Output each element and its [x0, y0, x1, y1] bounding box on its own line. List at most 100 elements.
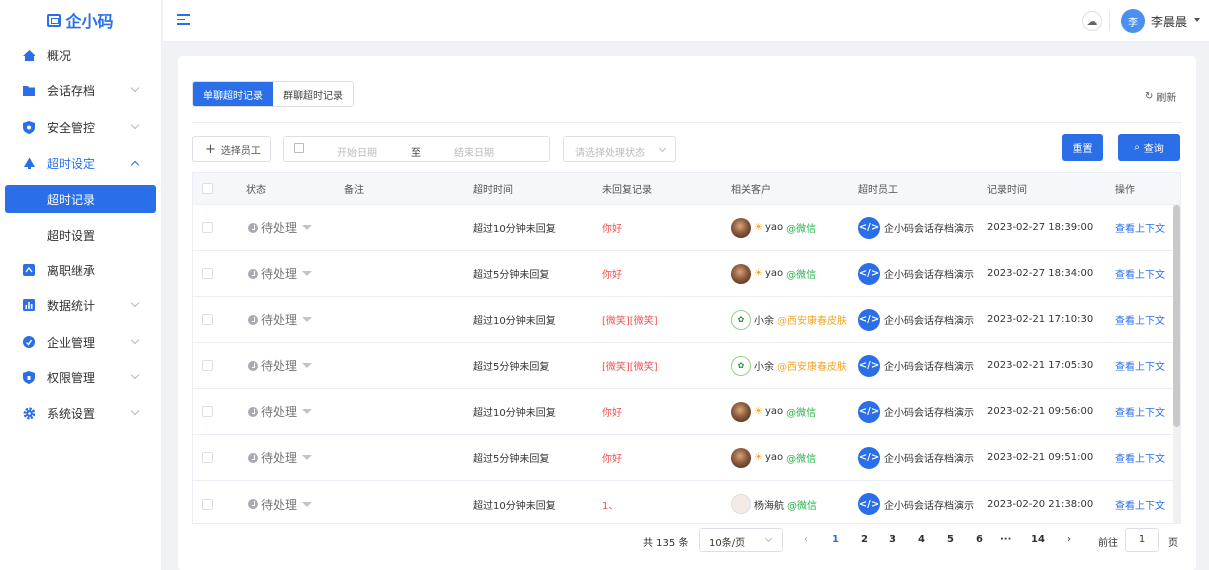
reset-button[interactable]: 重置: [1062, 134, 1103, 161]
table-scrollbar[interactable]: [1173, 205, 1180, 523]
timeout-cell: 超过10分钟未回复: [473, 500, 556, 512]
page-number[interactable]: 3: [889, 534, 896, 545]
customer-name: 小余: [754, 362, 774, 373]
gear-icon: [23, 407, 35, 419]
page-suffix: 页: [1168, 538, 1178, 549]
column-header: 记录时间: [987, 185, 1027, 196]
caret-down-icon[interactable]: [1194, 18, 1200, 22]
view-context-link[interactable]: 查看上下文: [1115, 297, 1165, 342]
avatar: ✿: [731, 309, 751, 330]
sidebar-item-overview[interactable]: 概况: [0, 38, 162, 72]
status-dropdown[interactable]: 待处理: [248, 251, 313, 296]
row-checkbox[interactable]: [202, 343, 213, 388]
customer-name: 杨海航: [754, 500, 784, 512]
row-checkbox[interactable]: [202, 205, 213, 250]
sun-icon: ☀: [754, 268, 763, 279]
select-all-checkbox[interactable]: [202, 173, 213, 204]
sidebar-item-security[interactable]: 安全管控: [0, 110, 162, 144]
sidebar-item-resignation-inherit[interactable]: 离职继承: [0, 253, 162, 287]
status-placeholder: 请选择处理状态: [575, 148, 645, 159]
status-dropdown[interactable]: 待处理: [248, 389, 313, 434]
top-bar: ☁ 李 李晨晨: [163, 0, 1209, 42]
timeout-cell: 超过10分钟未回复: [473, 316, 556, 327]
plus-icon: +: [205, 141, 216, 157]
sidebar-item-timeout-records[interactable]: 超时记录: [5, 185, 156, 213]
staff-cell: </> 企小码会话存档演示: [858, 251, 977, 296]
sidebar-item-system-settings[interactable]: 系统设置: [0, 396, 162, 430]
sidebar-item-timeout-config[interactable]: 超时设置: [0, 218, 162, 252]
building-icon: [23, 336, 35, 348]
view-context-link[interactable]: 查看上下文: [1115, 435, 1165, 480]
scrollbar-thumb[interactable]: [1173, 205, 1180, 427]
clock-icon: [248, 222, 258, 233]
staff-name: 企小码会话存档演示: [884, 316, 974, 327]
page-size-select[interactable]: 10条/页: [699, 528, 783, 552]
code-logo-icon: </>: [858, 446, 880, 469]
app-logo[interactable]: 企小码: [0, 4, 161, 36]
page-number[interactable]: 1: [832, 534, 839, 545]
view-context-link[interactable]: 查看上下文: [1115, 389, 1165, 434]
page-number[interactable]: 14: [1031, 534, 1045, 545]
row-checkbox[interactable]: [202, 435, 213, 480]
row-checkbox[interactable]: [202, 389, 213, 434]
query-button[interactable]: ⌕ 查询: [1118, 134, 1180, 161]
sidebar-item-enterprise[interactable]: 企业管理: [0, 325, 162, 359]
row-checkbox[interactable]: [202, 251, 213, 296]
page-number[interactable]: 6: [976, 534, 983, 545]
tab-single-chat[interactable]: 单聊超时记录: [193, 82, 273, 106]
clock-icon: [248, 406, 258, 417]
status-dropdown[interactable]: 待处理: [248, 343, 313, 388]
page-ellipsis[interactable]: ···: [1000, 534, 1011, 545]
menu-fold-icon[interactable]: [177, 14, 190, 26]
status-select[interactable]: 请选择处理状态: [563, 136, 676, 162]
status-dropdown[interactable]: 待处理: [248, 205, 313, 250]
status-dropdown[interactable]: 待处理: [248, 435, 313, 480]
view-context-link[interactable]: 查看上下文: [1115, 205, 1165, 250]
chevron-down-icon: [130, 406, 140, 416]
page-number[interactable]: 5: [947, 534, 954, 545]
customer-name: 小余: [754, 316, 774, 327]
date-range-picker[interactable]: 开始日期 至 结束日期: [283, 136, 550, 162]
view-context-link[interactable]: 查看上下文: [1115, 251, 1165, 296]
goto-label: 前往: [1098, 538, 1118, 549]
code-logo-icon: </>: [858, 216, 880, 239]
caret-down-icon: [302, 317, 313, 322]
sidebar-item-label: 超时记录: [47, 192, 96, 207]
avatar[interactable]: 李: [1121, 9, 1145, 33]
avatar: ✿: [731, 355, 751, 376]
row-checkbox[interactable]: [202, 297, 213, 342]
sidebar-item-statistics[interactable]: 数据统计: [0, 288, 162, 322]
select-staff-button[interactable]: + 选择员工: [192, 136, 271, 162]
customer-cell: 杨海航 @微信: [731, 481, 851, 523]
start-date-input[interactable]: 开始日期: [337, 144, 377, 159]
sun-icon: ☀: [754, 452, 763, 463]
row-checkbox[interactable]: [202, 481, 213, 523]
avatar: [731, 401, 751, 422]
sidebar-item-timeout-settings[interactable]: 超时设定: [0, 146, 162, 180]
page-number[interactable]: 2: [861, 534, 868, 545]
avatar: [731, 217, 751, 238]
cloud-icon[interactable]: ☁: [1082, 11, 1102, 31]
view-context-link[interactable]: 查看上下文: [1115, 481, 1165, 523]
status-dropdown[interactable]: 待处理: [248, 297, 313, 342]
goto-page-input[interactable]: 1: [1125, 528, 1159, 552]
bell-icon: [23, 157, 35, 169]
sidebar-item-chat-archive[interactable]: 会话存档: [0, 73, 162, 107]
records-table: 状态 备注 超时时间 未回复记录 相关客户 超时员工 记录时间 操作 待处理 超…: [192, 172, 1181, 524]
staff-cell: </> 企小码会话存档演示: [858, 297, 977, 342]
sidebar-item-label: 系统设置: [47, 406, 96, 421]
prev-page-button[interactable]: ‹: [804, 534, 808, 545]
column-header: 备注: [344, 185, 364, 196]
avatar: [731, 447, 751, 468]
end-date-input[interactable]: 结束日期: [454, 144, 494, 159]
user-name[interactable]: 李晨晨: [1151, 13, 1187, 30]
sidebar-item-label: 数据统计: [47, 298, 96, 313]
status-dropdown[interactable]: 待处理: [248, 481, 313, 523]
next-page-button[interactable]: ›: [1067, 534, 1071, 545]
tab-group-chat[interactable]: 群聊超时记录: [273, 82, 353, 106]
refresh-button[interactable]: ↻ 刷新: [1145, 89, 1176, 104]
view-context-link[interactable]: 查看上下文: [1115, 343, 1165, 388]
page-number[interactable]: 4: [918, 534, 925, 545]
status-text: 待处理: [261, 451, 298, 465]
sidebar-item-permissions[interactable]: 权限管理: [0, 360, 162, 394]
